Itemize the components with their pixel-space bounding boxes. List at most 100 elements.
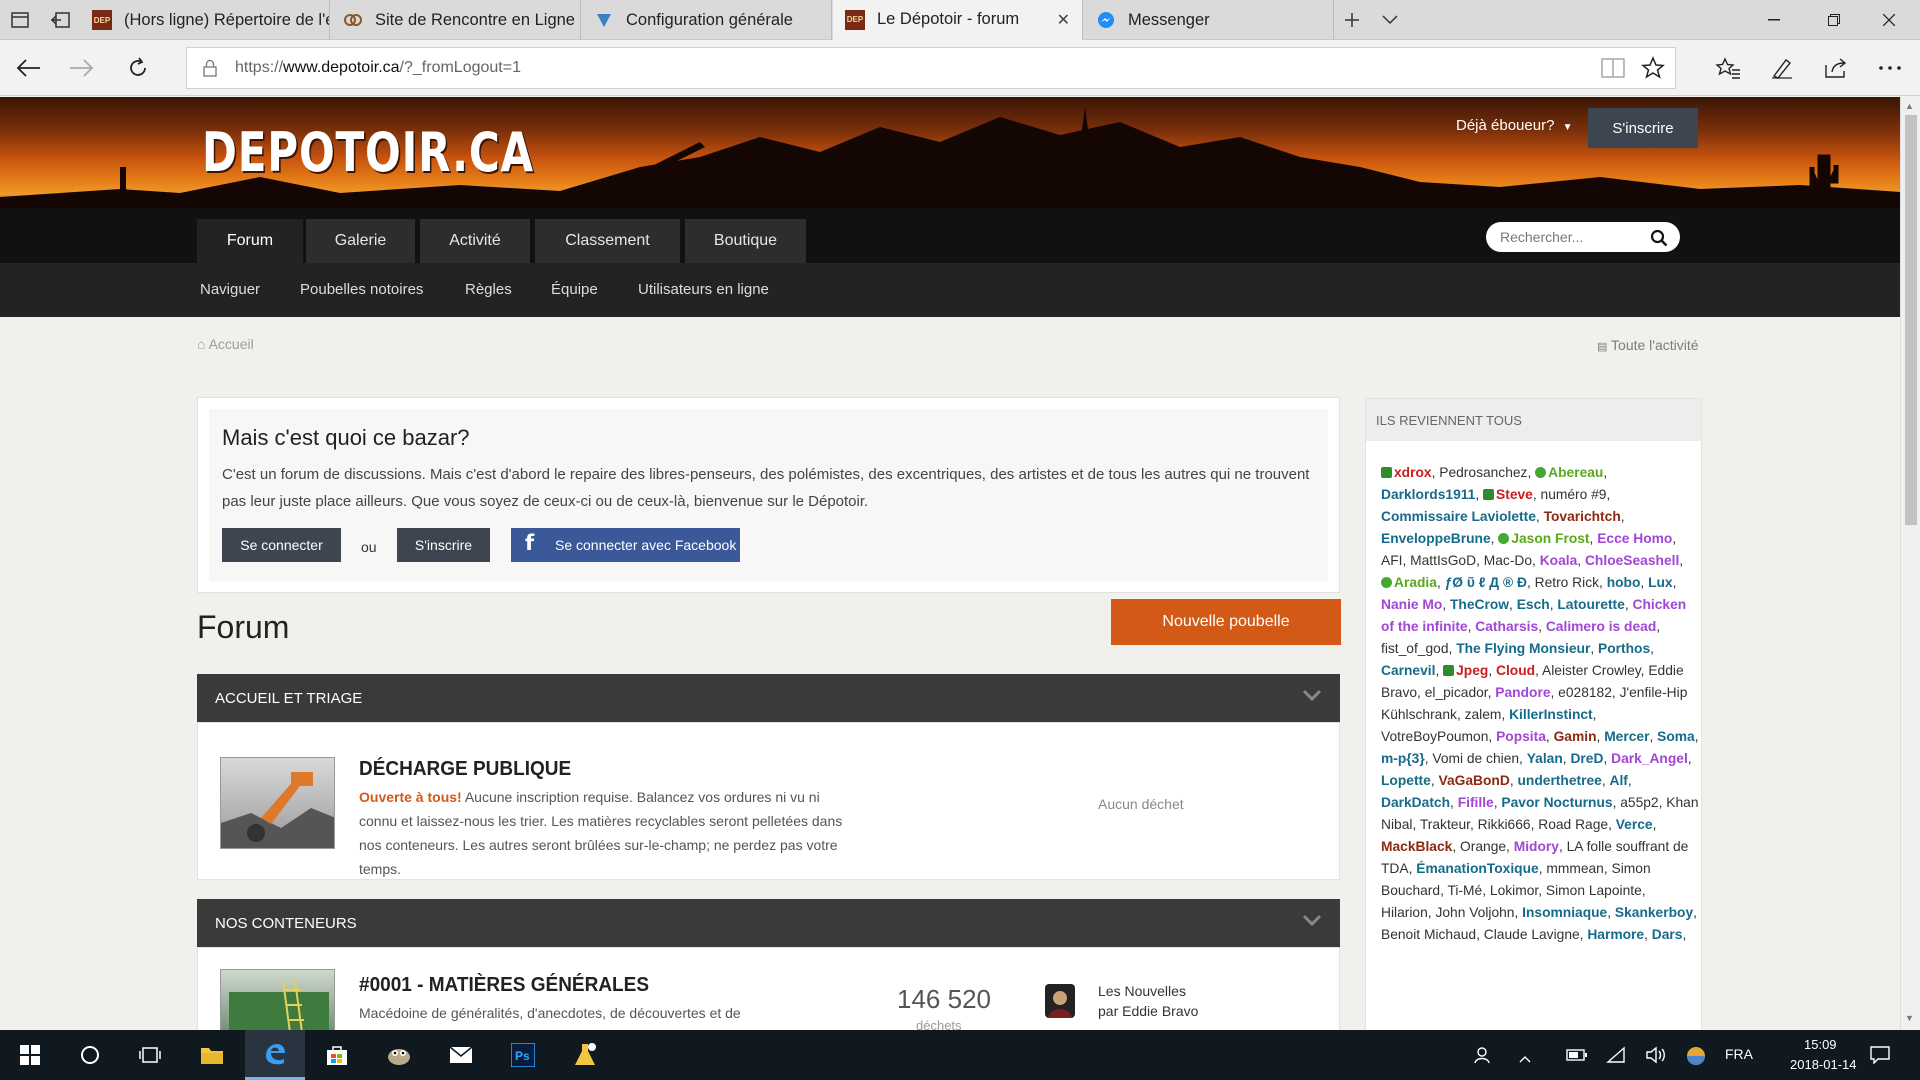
- category-header-accueil[interactable]: ACCUEIL ET TRIAGE: [197, 674, 1340, 722]
- forum-title-matieres[interactable]: #0001 - MATIÈRES GÉNÉRALES: [359, 974, 649, 997]
- collapse-chevron-icon[interactable]: [1302, 688, 1322, 702]
- close-tab-icon[interactable]: ✕: [1057, 10, 1070, 30]
- member-link[interactable]: Road Rage: [1538, 817, 1608, 832]
- member-link[interactable]: Insomniaque: [1522, 905, 1607, 920]
- login-button[interactable]: Se connecter: [222, 528, 341, 562]
- tab-list-icon[interactable]: [0, 0, 40, 40]
- member-link[interactable]: Abereau: [1548, 465, 1603, 480]
- member-link[interactable]: Pedrosanchez: [1439, 465, 1527, 480]
- last-post-author[interactable]: par Eddie Bravo: [1098, 1003, 1198, 1019]
- member-link[interactable]: Soma: [1657, 729, 1695, 744]
- member-link[interactable]: TheCrow: [1450, 597, 1509, 612]
- tab-repertoire[interactable]: DEP (Hors ligne) Répertoire de l'é: [80, 0, 330, 40]
- people-icon[interactable]: [1474, 1046, 1496, 1067]
- mail-icon[interactable]: [431, 1030, 491, 1080]
- member-link[interactable]: numéro #9: [1541, 487, 1607, 502]
- set-aside-tabs-icon[interactable]: [40, 0, 80, 40]
- nav-tab-boutique[interactable]: Boutique: [685, 219, 806, 263]
- facebook-login-button[interactable]: f Se connecter avec Facebook: [511, 528, 740, 562]
- task-view-icon[interactable]: [120, 1030, 180, 1080]
- member-link[interactable]: Rikki666: [1478, 817, 1531, 832]
- matieres-thumbnail-image[interactable]: [220, 969, 335, 1030]
- new-tab-icon[interactable]: [1332, 0, 1372, 40]
- clock-date[interactable]: 2018-01-14: [1790, 1057, 1857, 1072]
- subnav-poubelles-notoires[interactable]: Poubelles notoires: [300, 281, 423, 298]
- forum-title-decharge[interactable]: DÉCHARGE PUBLIQUE: [359, 758, 571, 781]
- member-link[interactable]: DreD: [1570, 751, 1603, 766]
- scrollbar-thumb[interactable]: [1905, 115, 1917, 525]
- member-link[interactable]: Midory: [1514, 839, 1559, 854]
- member-link[interactable]: Cloud: [1496, 663, 1535, 678]
- start-windows-icon[interactable]: [0, 1030, 60, 1080]
- member-link[interactable]: zalem: [1465, 707, 1502, 722]
- member-link[interactable]: Ecce Homo: [1597, 531, 1672, 546]
- member-link[interactable]: mmmean: [1546, 861, 1604, 876]
- member-link[interactable]: m-p{3}: [1381, 751, 1425, 766]
- subnav-utilisateurs-en-ligne[interactable]: Utilisateurs en ligne: [638, 281, 769, 298]
- already-member-dropdown[interactable]: Déjà éboueur? ▼: [1456, 117, 1573, 134]
- tab-depotoir-forum[interactable]: DEP Le Dépotoir - forum ✕: [833, 0, 1083, 40]
- member-link[interactable]: e028182: [1558, 685, 1612, 700]
- breadcrumb-home[interactable]: Accueil: [209, 336, 254, 352]
- gimp-icon[interactable]: [369, 1030, 429, 1080]
- page-scrollbar[interactable]: ▲ ▼: [1900, 97, 1920, 1030]
- member-link[interactable]: Popsita: [1496, 729, 1546, 744]
- member-link[interactable]: EnveloppeBrune: [1381, 531, 1491, 546]
- member-link[interactable]: Koala: [1540, 553, 1578, 568]
- collapse-chevron-icon[interactable]: [1302, 913, 1322, 927]
- member-link[interactable]: VotreBoyPoumon: [1381, 729, 1488, 744]
- last-poster-avatar[interactable]: [1045, 984, 1075, 1018]
- member-link[interactable]: Catharsis: [1475, 619, 1538, 634]
- member-link[interactable]: hobo: [1607, 575, 1641, 590]
- close-window-icon[interactable]: [1858, 0, 1920, 40]
- volume-icon[interactable]: [1645, 1046, 1667, 1067]
- member-link[interactable]: Tovarichtch: [1544, 509, 1621, 524]
- member-link[interactable]: Latourette: [1557, 597, 1624, 612]
- member-link[interactable]: Commissaire Laviolette: [1381, 509, 1536, 524]
- member-link[interactable]: Pandore: [1495, 685, 1550, 700]
- member-link[interactable]: ÉmanationToxique: [1416, 861, 1538, 876]
- member-link[interactable]: Ti-Mé: [1447, 883, 1482, 898]
- nav-tab-activite[interactable]: Activité: [420, 219, 530, 263]
- member-link[interactable]: Trakteur: [1420, 817, 1470, 832]
- scroll-up-icon[interactable]: ▲: [1905, 101, 1914, 111]
- app-tray-orb-icon[interactable]: [1686, 1046, 1706, 1069]
- member-link[interactable]: Claude Lavigne: [1484, 927, 1580, 942]
- member-link[interactable]: Skankerboy: [1615, 905, 1693, 920]
- input-language[interactable]: FRA: [1725, 1046, 1753, 1062]
- site-logo[interactable]: DEPOTOIR.CA: [202, 121, 534, 184]
- member-link[interactable]: MattIsGoD: [1410, 553, 1476, 568]
- more-options-icon[interactable]: [1862, 40, 1918, 96]
- member-link[interactable]: fist_of_god: [1381, 641, 1449, 656]
- flask-app-icon[interactable]: [555, 1030, 615, 1080]
- back-arrow-icon[interactable]: [0, 40, 56, 96]
- member-link[interactable]: Lux: [1648, 575, 1673, 590]
- forward-arrow-icon[interactable]: [54, 40, 110, 96]
- all-activity-link[interactable]: ▤ Toute l'activité: [1597, 337, 1699, 353]
- web-notes-pen-icon[interactable]: [1754, 40, 1810, 96]
- member-link[interactable]: Benoit Michaud: [1381, 927, 1476, 942]
- member-link[interactable]: Calimero is dead: [1546, 619, 1656, 634]
- new-topic-button[interactable]: Nouvelle poubelle: [1111, 599, 1341, 645]
- member-link[interactable]: Dars: [1652, 927, 1683, 942]
- member-link[interactable]: Aradia: [1394, 575, 1437, 590]
- tab-configuration[interactable]: Configuration générale: [582, 0, 832, 40]
- site-search-input[interactable]: Rechercher...: [1486, 222, 1680, 252]
- last-post-title[interactable]: Les Nouvelles: [1098, 983, 1186, 999]
- member-link[interactable]: underthetree: [1517, 773, 1601, 788]
- member-link[interactable]: Lokimor: [1490, 883, 1538, 898]
- member-link[interactable]: ChloeSeashell: [1585, 553, 1679, 568]
- member-link[interactable]: Fifille: [1458, 795, 1494, 810]
- member-link[interactable]: Nanie Mo: [1381, 597, 1442, 612]
- favorites-hub-icon[interactable]: [1700, 40, 1756, 96]
- member-link[interactable]: Alf: [1610, 773, 1628, 788]
- member-link[interactable]: Mac-Do: [1484, 553, 1532, 568]
- file-explorer-icon[interactable]: [182, 1030, 242, 1080]
- clock-time[interactable]: 15:09: [1804, 1037, 1837, 1052]
- member-link[interactable]: Gamin: [1554, 729, 1597, 744]
- member-link[interactable]: Porthos: [1598, 641, 1650, 656]
- restore-icon[interactable]: [1803, 0, 1865, 40]
- store-icon[interactable]: [307, 1030, 367, 1080]
- cortana-search-icon[interactable]: [60, 1030, 120, 1080]
- address-bar-input[interactable]: https://www.depotoir.ca/?_fromLogout=1: [186, 47, 1676, 89]
